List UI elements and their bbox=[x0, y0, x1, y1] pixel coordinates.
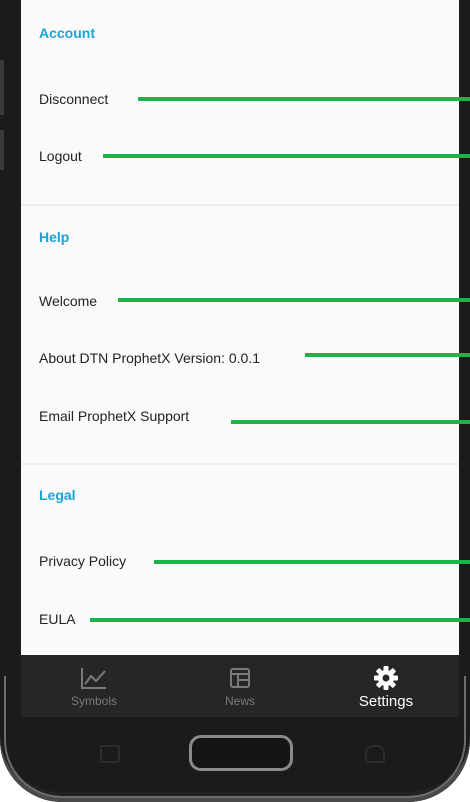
recent-apps-key[interactable] bbox=[100, 745, 120, 763]
about-version-item[interactable]: About DTN ProphetX Version: 0.0.1 bbox=[39, 350, 260, 366]
section-divider bbox=[21, 463, 459, 465]
back-key[interactable] bbox=[365, 745, 385, 763]
email-support-item[interactable]: Email ProphetX Support bbox=[39, 408, 189, 424]
power-key bbox=[0, 130, 4, 170]
tab-symbols[interactable]: Symbols bbox=[21, 655, 167, 717]
callout-line bbox=[154, 560, 470, 564]
newspaper-icon bbox=[228, 665, 252, 691]
privacy-policy-item[interactable]: Privacy Policy bbox=[39, 553, 126, 569]
callout-line bbox=[90, 618, 470, 622]
section-title-account: Account bbox=[39, 25, 95, 41]
logout-item[interactable]: Logout bbox=[39, 148, 82, 164]
disconnect-item[interactable]: Disconnect bbox=[39, 91, 108, 107]
section-divider bbox=[21, 204, 459, 206]
callout-line bbox=[118, 298, 470, 302]
tab-settings[interactable]: Settings bbox=[313, 655, 459, 717]
section-title-help: Help bbox=[39, 229, 70, 245]
phone-frame: Account Disconnect Logout Help Welcome A… bbox=[0, 0, 470, 802]
callout-line bbox=[138, 97, 470, 101]
callout-line bbox=[231, 420, 470, 424]
eula-item[interactable]: EULA bbox=[39, 611, 76, 627]
gear-icon bbox=[373, 665, 399, 691]
tab-symbols-label: Symbols bbox=[70, 694, 117, 708]
callout-line bbox=[103, 154, 470, 158]
tab-news-label: News bbox=[224, 694, 255, 708]
tab-news[interactable]: News bbox=[167, 655, 313, 717]
callout-line bbox=[305, 353, 470, 357]
bottom-navigation: Symbols News Settings bbox=[21, 655, 459, 717]
welcome-item[interactable]: Welcome bbox=[39, 293, 97, 309]
tab-settings-label: Settings bbox=[358, 693, 414, 710]
section-title-legal: Legal bbox=[39, 487, 76, 503]
volume-key bbox=[0, 60, 4, 115]
home-button[interactable] bbox=[189, 735, 293, 771]
chart-line-icon bbox=[80, 665, 108, 691]
